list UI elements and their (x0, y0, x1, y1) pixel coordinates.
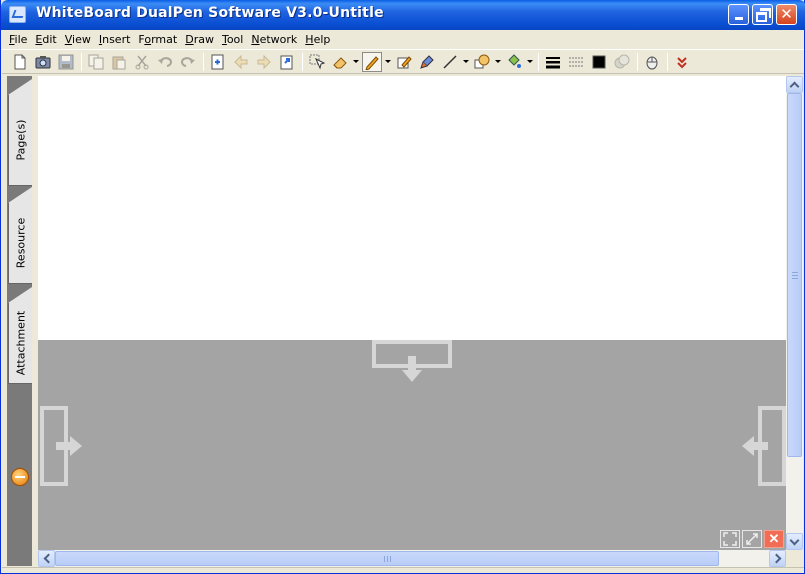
transparency-icon[interactable] (612, 52, 632, 72)
grip-icon (384, 556, 391, 562)
line-width-icon[interactable] (543, 52, 563, 72)
minimize-button[interactable] (728, 4, 749, 25)
collapse-icon[interactable] (672, 52, 692, 72)
shape-icon[interactable] (472, 52, 492, 72)
app-icon[interactable] (9, 6, 26, 23)
vertical-scroll-thumb[interactable] (787, 93, 802, 457)
title-bar[interactable]: WhiteBoard DualPen Software V3.0-Untitle… (1, 0, 805, 30)
close-button[interactable]: ✕ (776, 4, 797, 25)
dock-bottom-guide-icon[interactable] (372, 340, 452, 384)
whiteboard-page[interactable] (38, 76, 786, 340)
copy-icon[interactable] (86, 52, 106, 72)
grip-icon (792, 272, 798, 279)
close-canvas-icon[interactable]: ✕ (764, 530, 784, 548)
menu-file[interactable]: File (6, 33, 32, 46)
menu-insert[interactable]: Insert (96, 33, 136, 46)
toolbar-separator (81, 52, 82, 71)
shape-dropdown[interactable] (495, 52, 501, 72)
fullscreen-icon[interactable] (720, 530, 740, 548)
brush-icon[interactable] (417, 52, 437, 72)
menu-bar: File Edit View Insert Format Draw Tool N… (2, 30, 804, 49)
mouse-icon[interactable] (642, 52, 662, 72)
tab-resource[interactable]: Resource (8, 187, 32, 284)
restore-canvas-icon[interactable] (742, 530, 762, 548)
new-page-icon[interactable] (10, 52, 30, 72)
minimize-icon (734, 17, 743, 20)
redo-icon[interactable] (178, 52, 198, 72)
menu-edit[interactable]: Edit (32, 33, 61, 46)
scroll-left-button[interactable] (38, 550, 55, 567)
export-icon[interactable] (277, 52, 297, 72)
insert-page-icon[interactable] (208, 52, 228, 72)
canvas-corner-controls: ✕ (720, 530, 784, 548)
main-toolbar (2, 49, 804, 74)
vertical-scrollbar[interactable] (786, 76, 803, 550)
toolbar-separator (667, 52, 668, 71)
eraser-icon[interactable] (330, 52, 350, 72)
app-window: WhiteBoard DualPen Software V3.0-Untitle… (0, 0, 805, 574)
toolbar-separator (538, 52, 539, 71)
fill-dropdown[interactable] (527, 52, 533, 72)
paste-icon[interactable] (109, 52, 129, 72)
restore-icon (756, 7, 771, 22)
screenshot-icon[interactable] (33, 52, 53, 72)
toolbar-separator (203, 52, 204, 71)
color-icon[interactable] (589, 52, 609, 72)
toggle-panel-icon[interactable] (11, 468, 29, 486)
scroll-down-button[interactable] (786, 533, 803, 550)
previous-page-icon[interactable] (231, 52, 251, 72)
scroll-right-button[interactable] (769, 550, 786, 567)
close-icon: ✕ (780, 5, 793, 23)
dock-right-guide-icon[interactable] (740, 406, 786, 486)
fill-icon[interactable] (504, 52, 524, 72)
save-icon[interactable] (56, 52, 76, 72)
menu-tool[interactable]: Tool (219, 33, 248, 46)
bottom-border (2, 567, 804, 573)
eraser-dropdown[interactable] (353, 52, 359, 72)
toolbar-separator (302, 52, 303, 71)
horizontal-scroll-thumb[interactable] (55, 551, 719, 566)
pen-dropdown[interactable] (385, 52, 391, 72)
restore-button[interactable] (752, 4, 773, 25)
cut-icon[interactable] (132, 52, 152, 72)
line-icon[interactable] (440, 52, 460, 72)
menu-network[interactable]: Network (248, 33, 302, 46)
toolbar-separator (637, 52, 638, 71)
menu-view[interactable]: View (62, 33, 96, 46)
dock-left-guide-icon[interactable] (40, 406, 84, 486)
whiteboard-canvas[interactable]: ✕ (38, 76, 786, 550)
line-style-icon[interactable] (566, 52, 586, 72)
line-dropdown[interactable] (463, 52, 469, 72)
horizontal-scrollbar[interactable] (38, 550, 786, 567)
tab-attachment[interactable]: Attachment (8, 287, 32, 384)
menu-draw[interactable]: Draw (182, 33, 219, 46)
tab-pages[interactable]: Page(s) (8, 79, 32, 186)
side-tab-strip: Page(s) Resource Attachment (7, 76, 32, 566)
select-icon[interactable] (307, 52, 327, 72)
scrollbar-corner (786, 550, 803, 567)
window-title: WhiteBoard DualPen Software V3.0-Untitle (36, 5, 384, 21)
undo-icon[interactable] (155, 52, 175, 72)
scroll-up-button[interactable] (786, 76, 803, 93)
highlighter-icon[interactable] (394, 52, 414, 72)
menu-help[interactable]: Help (302, 33, 335, 46)
next-page-icon[interactable] (254, 52, 274, 72)
pen-icon[interactable] (362, 51, 382, 72)
menu-format[interactable]: Format (135, 33, 182, 46)
